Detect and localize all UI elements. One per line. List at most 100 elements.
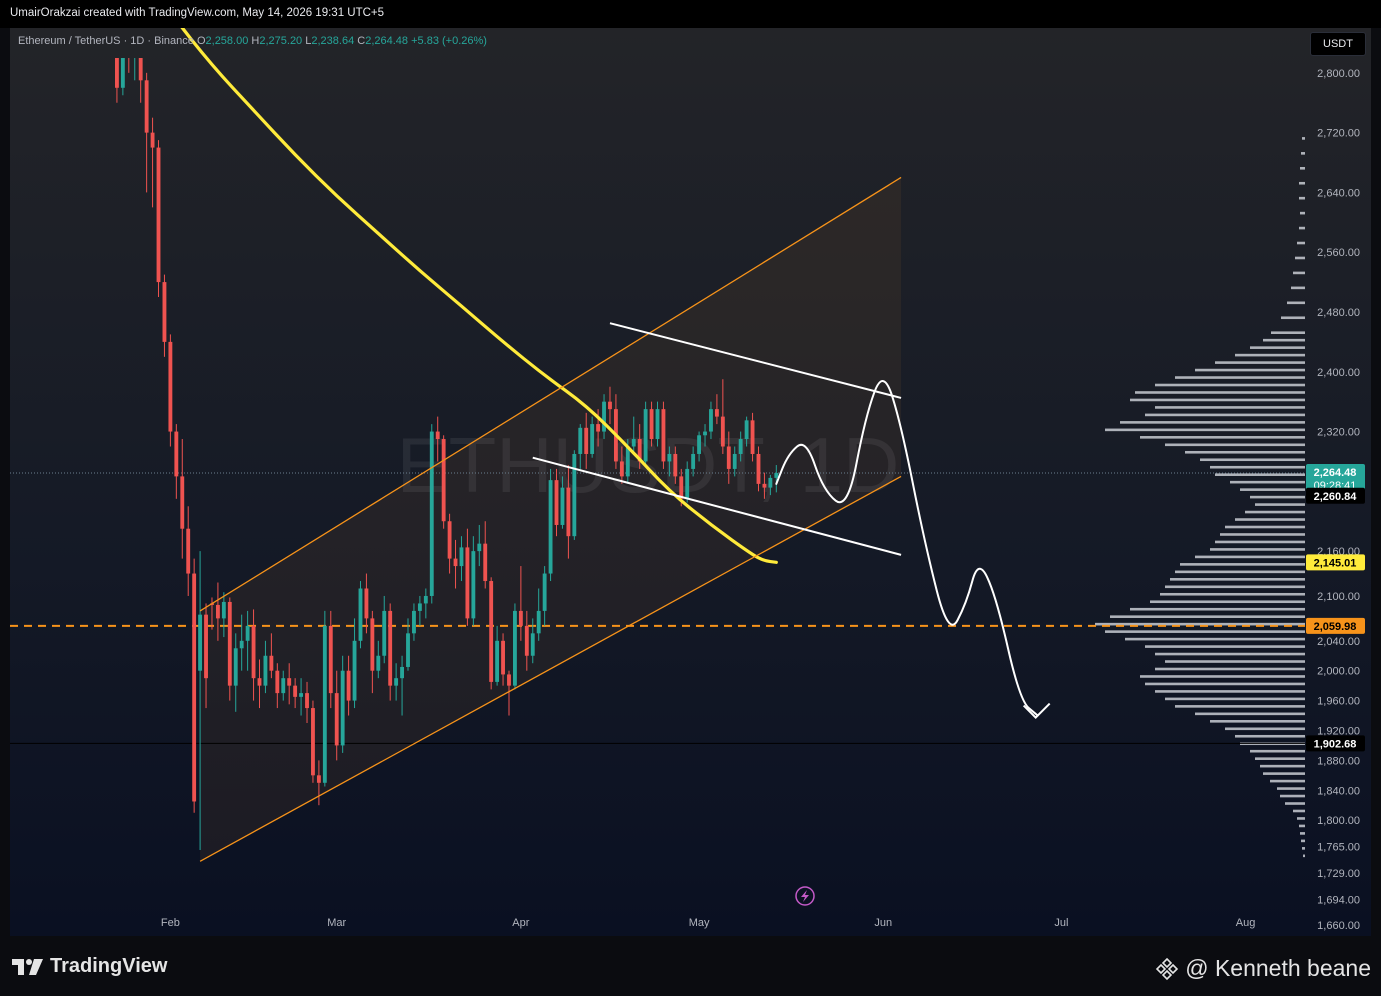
candle-body <box>441 439 446 522</box>
price-tick-label: 2,480.00 <box>1317 307 1360 319</box>
volume-bar <box>1280 794 1305 798</box>
candle-body <box>376 655 381 671</box>
candle-body <box>239 640 244 649</box>
volume-bar <box>1277 787 1305 790</box>
candle-body <box>180 476 185 529</box>
candle-body <box>703 431 707 436</box>
candle-body <box>596 424 601 432</box>
volume-bar <box>1302 847 1305 850</box>
volume-bar <box>1155 406 1305 409</box>
candle-body <box>168 341 173 432</box>
price-tick-label: 1,960.00 <box>1317 696 1360 708</box>
price-tick-label: 1,840.00 <box>1317 785 1360 797</box>
open-value: 2,258.00 <box>205 35 249 47</box>
volume-bar <box>1140 675 1305 678</box>
time-tick-label: Feb <box>161 917 180 929</box>
candle-body <box>560 487 565 525</box>
price-tick-label: 2,040.00 <box>1317 636 1360 648</box>
volume-bar <box>1300 211 1305 215</box>
volume-bar <box>1285 802 1305 805</box>
candle-body <box>691 453 696 469</box>
candle <box>156 140 161 298</box>
tv-logo-icon <box>12 958 43 975</box>
symbol-legend[interactable]: Ethereum / TetherUS · 1D · Binance O2,25… <box>18 35 487 47</box>
price-tick-label: 2,320.00 <box>1317 427 1360 439</box>
candle-body <box>459 547 464 567</box>
close-value: 2,264.48 <box>365 35 409 47</box>
candle-body <box>774 473 779 478</box>
candle-body <box>423 595 428 604</box>
volume-bar <box>1135 391 1305 394</box>
price-tick-label: 2,400.00 <box>1317 367 1360 379</box>
candle-body <box>507 674 511 686</box>
volume-bar <box>1225 727 1305 731</box>
candle-body <box>489 581 494 682</box>
candle-body <box>299 693 304 697</box>
volume-bar <box>1281 316 1305 320</box>
price-chart[interactable]: ETHUSDT, 1D 2,800.00 2,720.00 2,640.00 2,56… <box>0 0 1381 996</box>
candle-body <box>227 601 232 686</box>
candle-body <box>619 461 624 477</box>
candle-body <box>477 543 482 552</box>
price-label-text: 1,902.68 <box>1314 738 1357 750</box>
volume-bar <box>1255 757 1305 760</box>
volume-bar <box>1130 607 1305 611</box>
candle-body <box>590 424 595 454</box>
candle-body <box>328 625 333 694</box>
volume-bar <box>1220 533 1305 536</box>
volume-bar <box>1145 682 1305 686</box>
candle-body <box>120 58 125 88</box>
candle-body <box>513 610 517 686</box>
candle-body <box>542 573 547 611</box>
candle-body <box>608 401 612 410</box>
volume-bar <box>1170 578 1305 581</box>
candle-body <box>655 409 660 440</box>
currency-button[interactable]: USDT <box>1310 32 1366 56</box>
candle-body <box>572 453 577 537</box>
candle-body <box>625 446 630 477</box>
candle-body <box>198 614 203 671</box>
candle-body <box>685 468 690 499</box>
candle-body <box>346 670 351 701</box>
candle <box>227 597 232 701</box>
candle-body <box>334 693 339 746</box>
candle <box>661 401 666 469</box>
volume-bar <box>1195 712 1305 716</box>
volume-bar <box>1235 518 1305 521</box>
volume-bar <box>1160 592 1305 596</box>
credit-text: @ Kenneth beane <box>1185 955 1371 981</box>
price-label-ma: 2,145.01 <box>1306 554 1365 571</box>
candle-body <box>406 633 410 667</box>
candle-body <box>429 431 434 596</box>
candle-body <box>720 416 725 447</box>
volume-bar <box>1297 817 1305 820</box>
candle-body <box>162 282 167 342</box>
price-tick-label: 2,800.00 <box>1317 68 1360 80</box>
candle-body <box>738 439 743 454</box>
volume-bar <box>1299 824 1305 828</box>
candle-body <box>465 547 470 619</box>
candle-body <box>726 446 731 469</box>
candle-body <box>364 588 369 619</box>
volume-bar <box>1245 510 1305 514</box>
volume-bar <box>1165 697 1305 701</box>
price-label-text: 2,260.84 <box>1314 491 1358 503</box>
candle-body <box>417 603 422 611</box>
candle-body <box>548 480 553 574</box>
volume-bar <box>1155 667 1305 671</box>
volume-bar <box>1210 548 1305 551</box>
time-tick-label: Mar <box>327 917 346 929</box>
candle <box>311 700 315 783</box>
candle-body <box>412 610 416 634</box>
volume-bar <box>1301 152 1305 155</box>
candle-body <box>667 453 672 462</box>
volume-bar <box>1155 652 1305 656</box>
candle-body <box>518 610 523 626</box>
price-label-black: 1,902.68 <box>1306 735 1365 752</box>
volume-bar <box>1295 256 1305 260</box>
volume-bar <box>1235 734 1305 738</box>
candle-body <box>287 678 292 686</box>
tradingview-logo[interactable]: TradingView <box>12 955 167 978</box>
binance-icon <box>1156 957 1179 980</box>
volume-bar <box>1302 137 1305 140</box>
